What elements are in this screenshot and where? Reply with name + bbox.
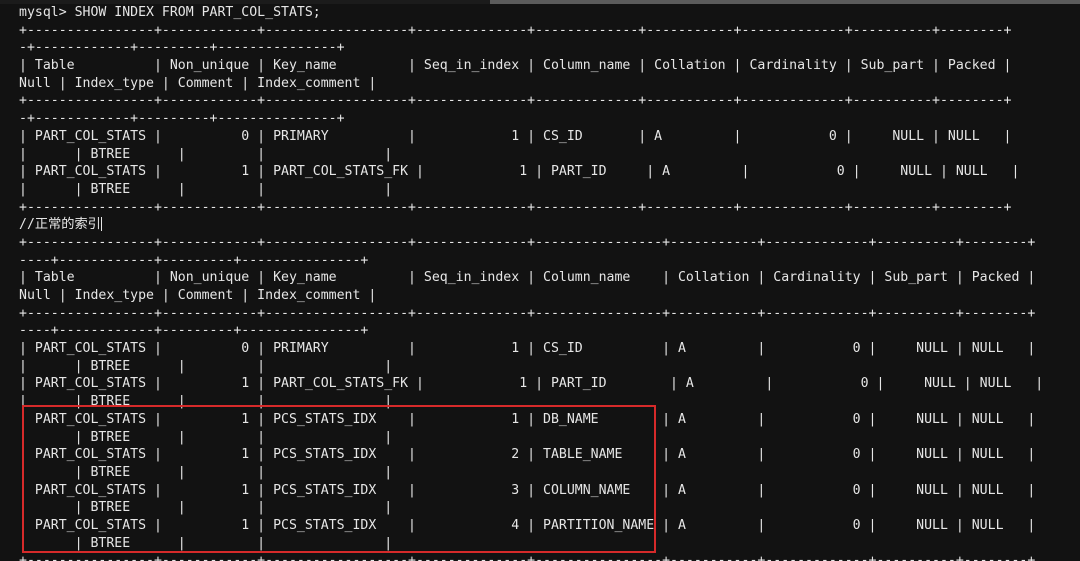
terminal-window[interactable]: mysql> SHOW INDEX FROM PART_COL_STATS; +… (0, 0, 1080, 561)
terminal-line: +----------------+------------+---------… (19, 553, 1036, 561)
terminal-line: | | BTREE | | | (19, 535, 393, 551)
terminal-line: | | BTREE | | | (19, 394, 393, 410)
terminal-line: Null | Index_type | Comment | Index_comm… (19, 75, 377, 91)
terminal-line: | PART_COL_STATS | 1 | PART_COL_STATS_FK… (19, 164, 1020, 180)
terminal-line: | PART_COL_STATS | 1 | PCS_STATS_IDX | 2… (19, 447, 1036, 463)
terminal-line: | PART_COL_STATS | 1 | PCS_STATS_IDX | 3… (19, 482, 1036, 498)
terminal-output: mysql> SHOW INDEX FROM PART_COL_STATS; +… (19, 4, 1043, 561)
comment-text: //正常的索引 (19, 217, 101, 233)
terminal-line: | | BTREE | | | (19, 358, 393, 374)
terminal-line: Null | Index_type | Comment | Index_comm… (19, 288, 377, 303)
terminal-line: | Table | Non_unique | Key_name | Seq_in… (19, 270, 1036, 286)
terminal-line: | | BTREE | | | (19, 146, 393, 162)
terminal-line: | PART_COL_STATS | 1 | PCS_STATS_IDX | 1… (19, 411, 1036, 427)
text-cursor-icon (100, 217, 102, 232)
terminal-line: | PART_COL_STATS | 1 | PCS_STATS_IDX | 4… (19, 517, 1036, 533)
terminal-line: | | BTREE | | | (19, 464, 393, 480)
terminal-line: +----------------+------------+---------… (19, 234, 1036, 250)
terminal-line: -+------------+---------+---------------… (19, 111, 345, 127)
terminal-line: +----------------+------------+---------… (19, 22, 1012, 38)
terminal-line: mysql> SHOW INDEX FROM PART_COL_STATS; (19, 5, 321, 20)
terminal-line: | | BTREE | | | (19, 429, 393, 445)
terminal-line-comment: //正常的索引 (19, 216, 1043, 234)
terminal-line: ----+------------+---------+------------… (19, 323, 369, 339)
terminal-line: +----------------+------------+---------… (19, 199, 1012, 215)
terminal-line: -+------------+---------+---------------… (19, 40, 345, 56)
terminal-line: ----+------------+---------+------------… (19, 252, 369, 268)
terminal-line: | | BTREE | | | (19, 500, 393, 516)
terminal-line: | PART_COL_STATS | 1 | PART_COL_STATS_FK… (19, 376, 1044, 392)
terminal-line: | PART_COL_STATS | 0 | PRIMARY | 1 | CS_… (19, 128, 1012, 144)
terminal-line: +----------------+------------+---------… (19, 93, 1012, 109)
terminal-line: | PART_COL_STATS | 0 | PRIMARY | 1 | CS_… (19, 341, 1036, 357)
terminal-line: | Table | Non_unique | Key_name | Seq_in… (19, 58, 1012, 74)
terminal-line: | | BTREE | | | (19, 181, 393, 197)
terminal-line: +----------------+------------+---------… (19, 305, 1036, 321)
